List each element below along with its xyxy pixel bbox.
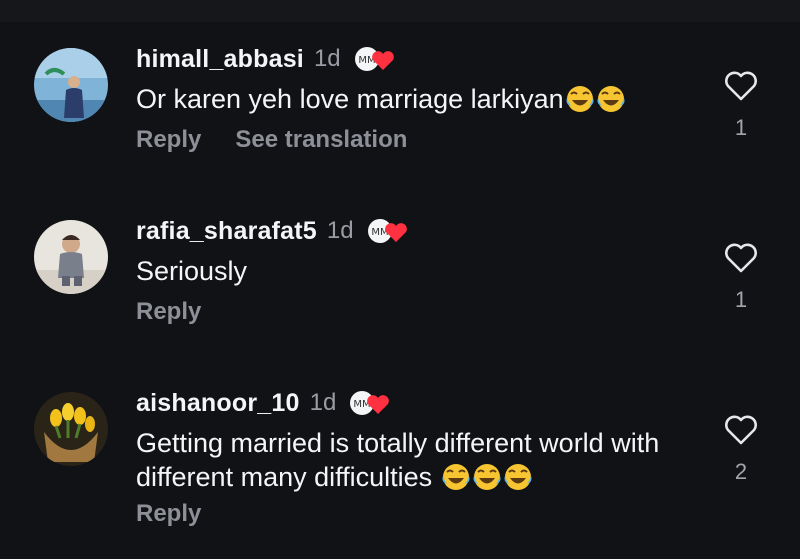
timestamp: 1d xyxy=(309,389,337,416)
avatar-photo-icon xyxy=(34,220,108,294)
avatar-photo-icon xyxy=(34,48,108,122)
comment-header: aishanoor_10 1d MM xyxy=(136,386,394,420)
creator-liked-heart-badge-icon: MM xyxy=(353,43,399,75)
reply-button[interactable]: Reply xyxy=(136,126,201,154)
creator-liked-heart-badge-icon: MM xyxy=(366,215,412,247)
see-translation-button[interactable]: See translation xyxy=(235,126,407,154)
comment-item: aishanoor_10 1d MM Getting married is to… xyxy=(0,370,800,540)
comment-body: Or karen yeh love marriage larkiyan xyxy=(136,84,564,114)
like-count: 1 xyxy=(734,115,748,140)
avatar-photo-icon xyxy=(34,392,108,466)
like-button[interactable]: 2 xyxy=(722,414,760,485)
like-count: 1 xyxy=(734,287,748,312)
comment-actions: Reply See translation xyxy=(136,126,407,154)
top-edge-bar xyxy=(0,0,800,22)
comment-body: Getting married is totally different wor… xyxy=(136,428,660,492)
timestamp: 1d xyxy=(313,45,341,72)
avatar[interactable] xyxy=(34,48,108,122)
like-count: 2 xyxy=(734,459,748,484)
laughing-tears-emoji-icon xyxy=(441,462,471,500)
comment-body: Seriously xyxy=(136,256,248,286)
heart-outline-icon xyxy=(725,415,757,445)
comment-item: rafia_sharafat5 1d MM Seriously Reply 1 xyxy=(0,198,800,368)
comment-text: Seriously xyxy=(136,254,696,288)
username[interactable]: aishanoor_10 xyxy=(136,389,300,418)
laughing-tears-emoji-icon xyxy=(503,462,533,500)
username[interactable]: himall_abbasi xyxy=(136,45,304,74)
reply-button[interactable]: Reply xyxy=(136,298,201,326)
comment-header: rafia_sharafat5 1d MM xyxy=(136,214,412,248)
comment-text: Getting married is totally different wor… xyxy=(136,426,696,500)
comment-text: Or karen yeh love marriage larkiyan xyxy=(136,82,696,122)
avatar[interactable] xyxy=(34,392,108,466)
comment-actions: Reply xyxy=(136,298,201,326)
laughing-tears-emoji-icon xyxy=(596,84,626,122)
timestamp: 1d xyxy=(326,217,354,244)
reply-button[interactable]: Reply xyxy=(136,500,201,528)
heart-outline-icon xyxy=(725,71,757,101)
comment-header: himall_abbasi 1d MM xyxy=(136,42,399,76)
like-button[interactable]: 1 xyxy=(722,242,760,313)
creator-liked-heart-badge-icon: MM xyxy=(348,387,394,419)
heart-outline-icon xyxy=(725,243,757,273)
avatar[interactable] xyxy=(34,220,108,294)
like-button[interactable]: 1 xyxy=(722,70,760,141)
laughing-tears-emoji-icon xyxy=(565,84,595,122)
comment-actions: Reply xyxy=(136,500,201,528)
laughing-tears-emoji-icon xyxy=(472,462,502,500)
comment-item: himall_abbasi 1d MM Or karen yeh love ma… xyxy=(0,26,800,196)
username[interactable]: rafia_sharafat5 xyxy=(136,217,317,246)
